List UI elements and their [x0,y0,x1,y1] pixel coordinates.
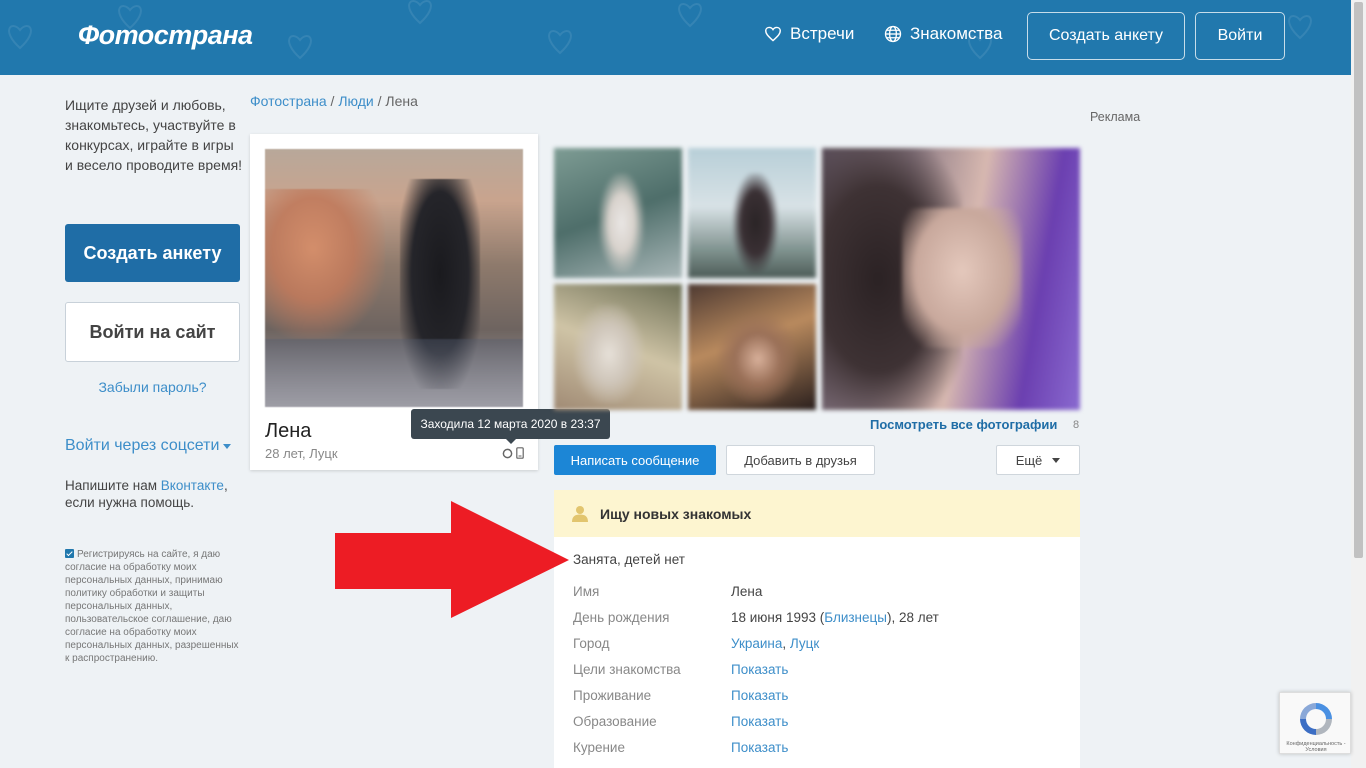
top-header: Фотострана Встречи Знакомства Создать ан… [0,0,1351,75]
view-all-photos-link[interactable]: Посмотреть все фотографии [870,417,1057,432]
add-friend-button[interactable]: Добавить в друзья [726,445,875,475]
heart-icon [764,26,782,42]
info-label: Образование [573,714,657,729]
site-logo[interactable]: Фотострана [78,20,253,51]
breadcrumb-current: Лена [385,93,418,109]
social-login-label: Войти через соцсети [65,437,220,454]
show-smoking-link[interactable]: Показать [731,740,788,755]
photo-gallery [554,148,1080,410]
chevron-down-icon [1052,457,1061,463]
info-row: Образование Показать [573,714,1073,734]
info-value: 18 июня 1993 (Близнецы), 28 лет [731,610,939,625]
relationship-status: Занята, детей нет [573,552,685,567]
info-row: Курение Показать [573,740,1073,760]
profile-info-panel: Ищу новых знакомых Занята, детей нет Имя… [554,490,1080,768]
nav-meetings-label: Встречи [790,24,855,43]
info-row: Город Украина, Луцк [573,636,1073,656]
birthday-age: ), 28 лет [886,610,939,625]
city-separator: , [782,636,790,651]
breadcrumb: Фотострана / Люди / Лена [250,93,418,109]
profile-main-photo[interactable] [265,149,523,407]
person-icon [572,506,588,522]
more-button-label: Ещё [1015,452,1043,468]
info-row: Проживание Показать [573,688,1073,708]
info-label: Курение [573,740,625,755]
nav-meetings[interactable]: Встречи [764,24,854,44]
breadcrumb-people-link[interactable]: Люди [338,93,373,109]
header-login-button[interactable]: Войти [1195,12,1285,60]
online-status[interactable] [502,447,524,459]
info-row: Имя Лена [573,584,1073,604]
sidebar-intro-text: Ищите друзей и любовь, знакомьтесь, учас… [65,97,243,173]
info-panel-header: Ищу новых знакомых [554,490,1080,537]
info-row: Цели знакомства Показать [573,662,1073,682]
zodiac-link[interactable]: Близнецы [824,610,887,625]
nav-dating[interactable]: Знакомства [884,24,1002,44]
consent-block: Регистрируясь на сайте, я даю согласие н… [65,548,240,665]
nav-dating-label: Знакомства [910,24,1003,43]
chevron-down-icon [223,443,232,449]
more-dropdown-button[interactable]: Ещё [996,445,1080,475]
recaptcha-logo-icon [1300,703,1332,735]
show-residence-link[interactable]: Показать [731,688,788,703]
scrollbar-thumb[interactable] [1354,2,1363,558]
info-label: Проживание [573,688,652,703]
recaptcha-terms-text[interactable]: Конфиденциальность - Условия [1282,741,1350,753]
breadcrumb-separator: / [326,93,339,109]
create-profile-button[interactable]: Создать анкету [65,224,240,282]
gallery-photo[interactable] [554,148,682,278]
info-panel-title: Ищу новых знакомых [600,505,752,522]
breadcrumb-home-link[interactable]: Фотострана [250,93,327,109]
gallery-photo[interactable] [554,284,682,410]
consent-checkbox[interactable] [65,549,74,558]
login-site-button[interactable]: Войти на сайт [65,302,240,362]
breadcrumb-separator: / [373,93,386,109]
recaptcha-badge[interactable]: Конфиденциальность - Условия [1279,692,1351,754]
forgot-password-link[interactable]: Забыли пароль? [65,379,240,395]
support-text: Напишите нам Вконтакте, если нужна помощ… [65,477,245,511]
info-label: Цели знакомства [573,662,681,677]
gallery-photo-large[interactable] [822,148,1080,410]
offline-circle-icon [502,448,513,458]
social-login-dropdown[interactable]: Войти через соцсети [65,437,232,455]
show-education-link[interactable]: Показать [731,714,788,729]
country-link[interactable]: Украина [731,636,782,651]
info-label: Город [573,636,610,651]
gallery-photo[interactable] [688,284,816,410]
page-scrollbar[interactable] [1351,0,1366,768]
globe-icon [884,25,902,43]
info-label: День рождения [573,610,670,625]
mobile-phone-icon [516,447,524,459]
photo-count: 8 [1073,419,1080,431]
consent-text: Регистрируясь на сайте, я даю согласие н… [65,549,239,664]
gallery-photo[interactable] [688,148,816,278]
send-message-button[interactable]: Написать сообщение [554,445,716,475]
support-text-prefix: Напишите нам [65,478,161,493]
show-goals-link[interactable]: Показать [731,662,788,677]
profile-name: Лена [265,420,312,442]
last-seen-tooltip: Заходила 12 марта 2020 в 23:37 [411,409,610,444]
red-arrow-annotation [335,501,569,618]
header-create-profile-button[interactable]: Создать анкету [1027,12,1185,60]
birthday-date: 18 июня 1993 ( [731,610,825,625]
info-value: Украина, Луцк [731,636,819,651]
vk-support-link[interactable]: Вконтакте [161,478,224,493]
info-label: Имя [573,584,600,599]
city-link[interactable]: Луцк [790,636,819,651]
profile-age-city: 28 лет, Луцк [265,446,338,461]
info-value: Лена [731,584,763,599]
info-row: День рождения 18 июня 1993 (Близнецы), 2… [573,610,1073,630]
ads-label: Реклама [1090,110,1141,124]
